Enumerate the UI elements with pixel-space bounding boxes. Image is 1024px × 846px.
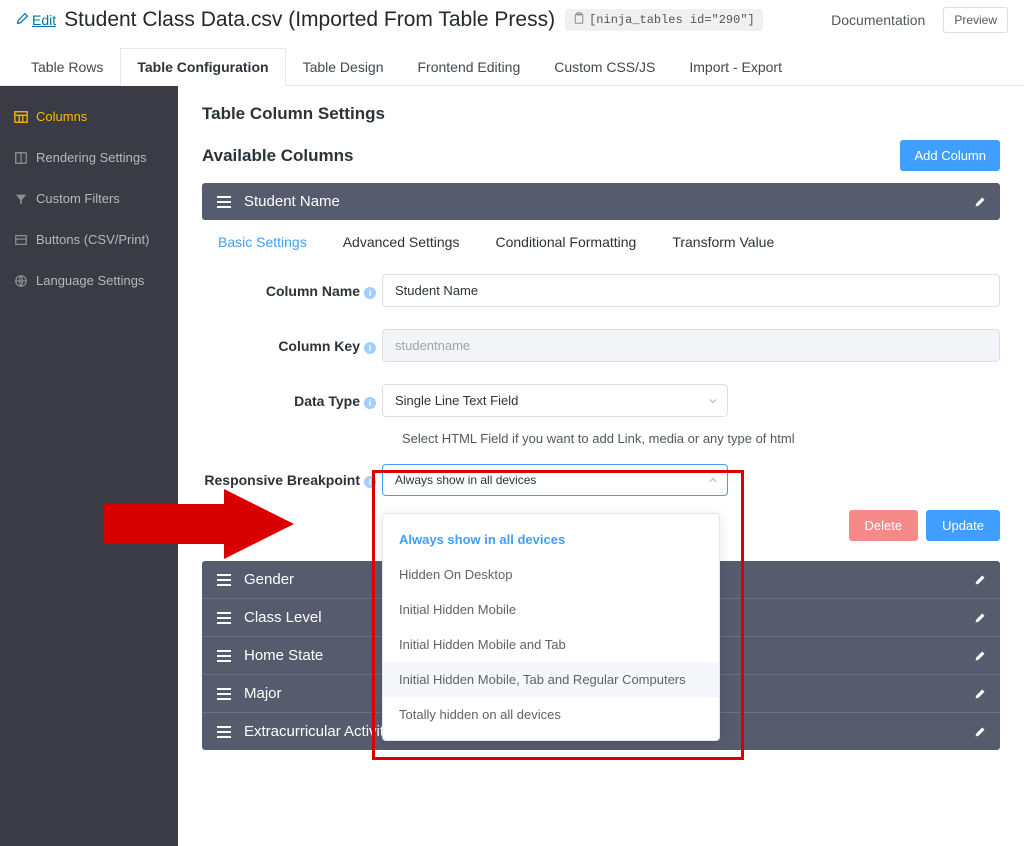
label-data-type: Data Type: [294, 393, 360, 409]
inner-tab-conditional[interactable]: Conditional Formatting: [495, 234, 636, 250]
edit-column-icon[interactable]: [974, 650, 986, 662]
sidebar: Columns Rendering Settings Custom Filter…: [0, 86, 178, 846]
shortcode-text: [ninja_tables id="290"]: [589, 13, 755, 27]
inner-tab-basic[interactable]: Basic Settings: [218, 234, 307, 250]
buttons-icon: [14, 233, 28, 247]
info-icon[interactable]: i: [364, 397, 376, 409]
drag-handle-icon[interactable]: [216, 725, 232, 739]
label-column-name: Column Name: [266, 283, 360, 299]
sidebar-item-custom-filters[interactable]: Custom Filters: [0, 178, 178, 219]
input-column-key: [382, 329, 1000, 362]
edit-label: Edit: [32, 12, 56, 28]
edit-column-icon[interactable]: [974, 726, 986, 738]
sidebar-item-label: Columns: [36, 109, 87, 124]
select-data-type-value: Single Line Text Field: [395, 393, 518, 408]
page-title: Student Class Data.csv (Imported From Ta…: [64, 8, 555, 32]
edit-column-icon[interactable]: [974, 574, 986, 586]
edit-column-icon[interactable]: [974, 612, 986, 624]
select-responsive-breakpoint[interactable]: Always show in all devices: [382, 464, 728, 496]
filters-icon: [14, 192, 28, 206]
info-icon[interactable]: i: [364, 342, 376, 354]
main-panel: Table Column Settings Available Columns …: [178, 86, 1024, 846]
column-title: Gender: [244, 571, 294, 588]
tab-import-export[interactable]: Import - Export: [672, 48, 799, 85]
label-responsive: Responsive Breakpoint: [204, 472, 360, 488]
sidebar-item-buttons[interactable]: Buttons (CSV/Print): [0, 219, 178, 260]
tab-frontend-editing[interactable]: Frontend Editing: [401, 48, 538, 85]
select-responsive-value: Always show in all devices: [395, 473, 536, 487]
drag-handle-icon[interactable]: [216, 687, 232, 701]
select-data-type[interactable]: Single Line Text Field: [382, 384, 728, 417]
tab-custom-css-js[interactable]: Custom CSS/JS: [537, 48, 672, 85]
sidebar-item-columns[interactable]: Columns: [0, 96, 178, 137]
delete-button[interactable]: Delete: [849, 510, 919, 541]
sidebar-item-label: Rendering Settings: [36, 150, 147, 165]
column-title: Major: [244, 685, 282, 702]
drag-handle-icon[interactable]: [216, 649, 232, 663]
section-title: Table Column Settings: [202, 104, 1000, 124]
sidebar-item-label: Custom Filters: [36, 191, 120, 206]
add-column-button[interactable]: Add Column: [900, 140, 1000, 171]
column-title: Class Level: [244, 609, 322, 626]
clipboard-icon: [573, 12, 585, 28]
row-column-name: Column Name i: [202, 274, 1000, 307]
column-title: Extracurricular Activity: [244, 723, 392, 740]
info-icon[interactable]: i: [364, 476, 376, 488]
column-header-open[interactable]: Student Name: [202, 183, 1000, 220]
main-tabs: Table Rows Table Configuration Table Des…: [0, 48, 1024, 86]
label-column-key: Column Key: [278, 338, 360, 354]
sidebar-item-language[interactable]: Language Settings: [0, 260, 178, 301]
open-column-title: Student Name: [244, 193, 340, 210]
drag-handle-icon[interactable]: [216, 611, 232, 625]
language-icon: [14, 274, 28, 288]
tab-table-rows[interactable]: Table Rows: [14, 48, 120, 85]
sidebar-item-label: Buttons (CSV/Print): [36, 232, 149, 247]
inner-tab-advanced[interactable]: Advanced Settings: [343, 234, 460, 250]
dropdown-option[interactable]: Always show in all devices: [383, 522, 719, 557]
columns-icon: [14, 110, 28, 124]
dropdown-option[interactable]: Initial Hidden Mobile: [383, 592, 719, 627]
edit-column-icon[interactable]: [974, 688, 986, 700]
column-title: Home State: [244, 647, 323, 664]
inner-tab-transform[interactable]: Transform Value: [672, 234, 774, 250]
rendering-icon: [14, 151, 28, 165]
dropdown-option[interactable]: Hidden On Desktop: [383, 557, 719, 592]
documentation-link[interactable]: Documentation: [831, 12, 925, 28]
row-column-key: Column Key i: [202, 329, 1000, 362]
sidebar-item-rendering[interactable]: Rendering Settings: [0, 137, 178, 178]
shortcode-pill[interactable]: [ninja_tables id="290"]: [565, 9, 763, 31]
responsive-dropdown: Always show in all devices Hidden On Des…: [382, 513, 720, 741]
dropdown-option[interactable]: Initial Hidden Mobile, Tab and Regular C…: [383, 662, 719, 697]
info-icon[interactable]: i: [364, 287, 376, 299]
row-responsive: Responsive Breakpoint i Always show in al…: [202, 464, 1000, 496]
input-column-name[interactable]: [382, 274, 1000, 307]
drag-handle-icon[interactable]: [216, 195, 232, 209]
edit-title-button[interactable]: Edit: [16, 12, 56, 28]
sidebar-item-label: Language Settings: [36, 273, 144, 288]
row-data-type: Data Type i Single Line Text Field: [202, 384, 1000, 417]
pencil-icon: [16, 12, 29, 28]
dropdown-option[interactable]: Totally hidden on all devices: [383, 697, 719, 732]
update-button[interactable]: Update: [926, 510, 1000, 541]
available-columns-title: Available Columns: [202, 146, 353, 166]
edit-column-icon[interactable]: [974, 196, 986, 208]
drag-handle-icon[interactable]: [216, 573, 232, 587]
data-type-hint: Select HTML Field if you want to add Lin…: [202, 431, 1000, 446]
dropdown-option[interactable]: Initial Hidden Mobile and Tab: [383, 627, 719, 662]
preview-button[interactable]: Preview: [943, 7, 1008, 33]
tab-table-configuration[interactable]: Table Configuration: [120, 48, 285, 86]
column-inner-tabs: Basic Settings Advanced Settings Conditi…: [202, 234, 1000, 250]
tab-table-design[interactable]: Table Design: [286, 48, 401, 85]
header-bar: Edit Student Class Data.csv (Imported Fr…: [0, 0, 1024, 40]
